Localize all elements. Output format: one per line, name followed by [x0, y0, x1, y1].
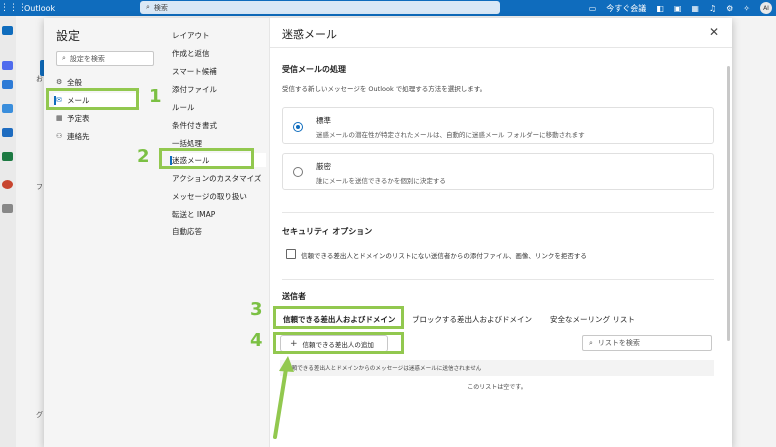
- arrow-head: [279, 356, 294, 372]
- arrow-shaft: [273, 367, 288, 439]
- arrow-annotation: [273, 356, 294, 439]
